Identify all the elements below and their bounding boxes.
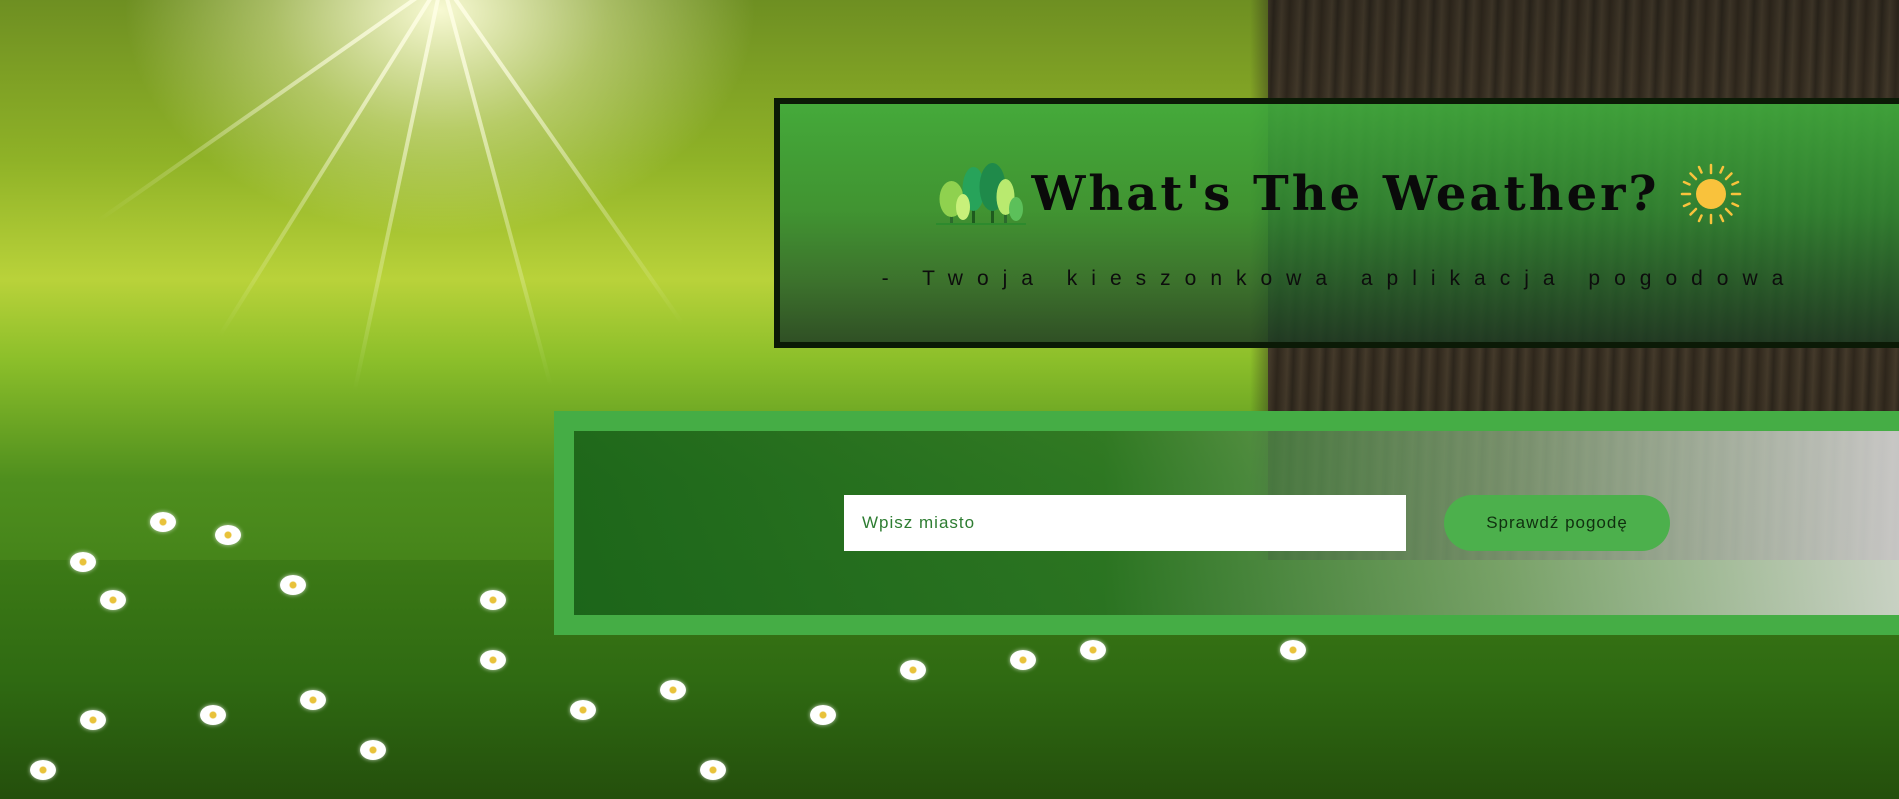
- header-panel: What's The Weather? - Twoja kieszonkowa …: [774, 98, 1899, 348]
- sun-ray: [217, 0, 444, 338]
- flower: [700, 760, 726, 780]
- background-scene: What's The Weather? - Twoja kieszonkowa …: [0, 0, 1899, 799]
- flower: [150, 512, 176, 532]
- flower: [300, 690, 326, 710]
- flower: [660, 680, 686, 700]
- sun-ray: [96, 0, 444, 223]
- flower: [100, 590, 126, 610]
- flower: [215, 525, 241, 545]
- flower: [1280, 640, 1306, 660]
- flower: [280, 575, 306, 595]
- flower: [570, 700, 596, 720]
- flower: [480, 590, 506, 610]
- title-row: What's The Weather?: [780, 159, 1899, 229]
- sun-ray: [352, 0, 444, 392]
- flower: [200, 705, 226, 725]
- flower: [810, 705, 836, 725]
- flower: [1010, 650, 1036, 670]
- sun-ray: [440, 0, 685, 326]
- city-search-input[interactable]: [844, 495, 1406, 551]
- flower: [480, 650, 506, 670]
- page-subtitle: - Twoja kieszonkowa aplikacja pogodowa: [881, 267, 1798, 290]
- flower: [80, 710, 106, 730]
- search-panel: Sprawdź pogodę: [554, 411, 1899, 635]
- flower: [1080, 640, 1106, 660]
- check-weather-button[interactable]: Sprawdź pogodę: [1444, 495, 1670, 551]
- flower: [360, 740, 386, 760]
- page-title: What's The Weather?: [1031, 166, 1660, 222]
- flower: [900, 660, 926, 680]
- flower: [70, 552, 96, 572]
- flower: [30, 760, 56, 780]
- trees-icon: [936, 163, 1027, 225]
- sun-icon: [1680, 163, 1741, 225]
